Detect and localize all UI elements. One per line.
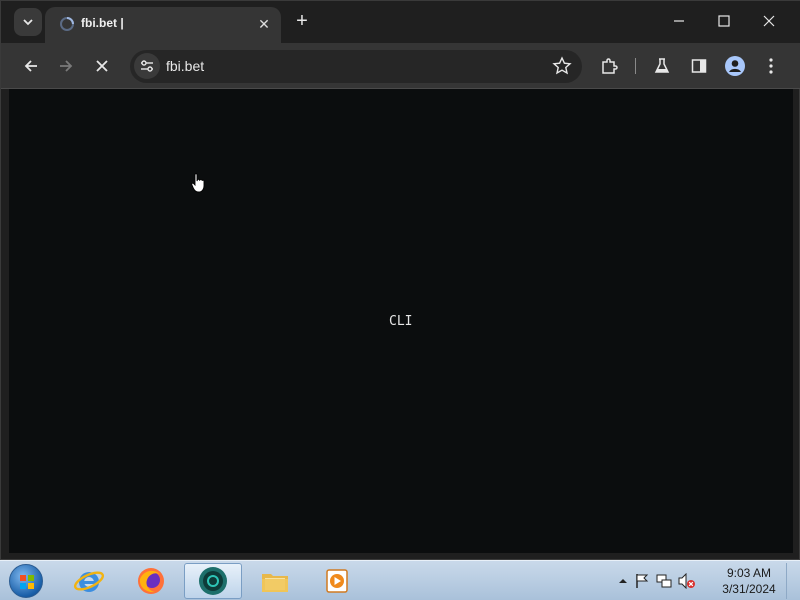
stop-x-icon bbox=[96, 60, 108, 72]
close-icon bbox=[763, 15, 775, 27]
forward-button[interactable] bbox=[52, 52, 80, 80]
taskbar-explorer[interactable] bbox=[246, 563, 304, 599]
start-button[interactable] bbox=[6, 562, 46, 600]
maximize-icon bbox=[718, 15, 730, 27]
action-center-flag-icon[interactable] bbox=[634, 573, 650, 589]
volume-muted-icon[interactable] bbox=[678, 573, 696, 589]
address-bar[interactable]: fbi.bet bbox=[130, 50, 582, 83]
close-window-button[interactable] bbox=[749, 9, 789, 33]
cli-label: CLI bbox=[389, 314, 413, 329]
page-content[interactable]: CLI bbox=[9, 89, 793, 553]
stop-loading-button[interactable] bbox=[88, 52, 116, 80]
star-icon[interactable] bbox=[552, 56, 572, 76]
taskbar-ie[interactable] bbox=[60, 563, 118, 599]
clock-time: 9:03 AM bbox=[726, 566, 772, 580]
arrow-left-icon bbox=[24, 60, 37, 72]
loading-spinner-icon bbox=[60, 17, 74, 31]
puzzle-icon bbox=[602, 58, 618, 74]
hand-cursor-icon bbox=[191, 173, 205, 193]
chrome-icon bbox=[199, 567, 227, 595]
chrome-labs-button[interactable] bbox=[648, 52, 676, 80]
windows-logo-icon bbox=[9, 564, 43, 598]
arrow-right-icon bbox=[60, 60, 73, 72]
back-button[interactable] bbox=[17, 52, 45, 80]
clock-date: 3/31/2024 bbox=[722, 582, 776, 596]
tab-search-button[interactable] bbox=[14, 8, 42, 36]
flask-icon bbox=[654, 58, 670, 73]
browser-window: fbi.bet | ✕ + fbi.bet CLI bbox=[0, 0, 800, 560]
profile-button[interactable] bbox=[721, 52, 749, 80]
ie-icon bbox=[73, 571, 105, 592]
media-player-icon bbox=[326, 569, 348, 593]
taskbar-media-player[interactable] bbox=[308, 563, 366, 599]
side-panel-button[interactable] bbox=[685, 52, 713, 80]
taskbar: 9:03 AM 3/31/2024 bbox=[0, 560, 800, 600]
maximize-button[interactable] bbox=[704, 9, 744, 33]
site-info-button[interactable] bbox=[134, 53, 160, 79]
show-desktop-button[interactable] bbox=[786, 563, 798, 599]
chevron-down-icon bbox=[23, 19, 33, 26]
taskbar-firefox[interactable] bbox=[122, 563, 180, 599]
kebab-menu-icon bbox=[769, 58, 773, 74]
folder-icon bbox=[262, 574, 288, 592]
avatar-icon bbox=[725, 56, 745, 76]
firefox-icon bbox=[138, 568, 164, 594]
tab-close-button[interactable]: ✕ bbox=[255, 15, 273, 33]
system-clock[interactable]: 9:03 AM 3/31/2024 bbox=[714, 565, 784, 597]
taskbar-chrome[interactable] bbox=[184, 563, 242, 599]
minimize-button[interactable] bbox=[659, 9, 699, 33]
network-icon[interactable] bbox=[656, 573, 672, 589]
tab-active[interactable]: fbi.bet | ✕ bbox=[45, 7, 281, 43]
tab-title: fbi.bet | bbox=[81, 16, 124, 30]
extensions-button[interactable] bbox=[595, 52, 623, 80]
new-tab-button[interactable]: + bbox=[291, 11, 313, 33]
address-url[interactable]: fbi.bet bbox=[166, 58, 204, 74]
system-tray bbox=[618, 571, 696, 591]
side-panel-icon bbox=[691, 59, 707, 73]
tab-strip: fbi.bet | ✕ + bbox=[1, 1, 800, 43]
toolbar-separator bbox=[635, 58, 636, 74]
show-hidden-icons-icon[interactable] bbox=[618, 576, 628, 586]
tune-icon bbox=[141, 60, 153, 72]
menu-button[interactable] bbox=[757, 52, 785, 80]
minimize-icon bbox=[674, 20, 684, 22]
browser-toolbar: fbi.bet bbox=[1, 43, 800, 89]
